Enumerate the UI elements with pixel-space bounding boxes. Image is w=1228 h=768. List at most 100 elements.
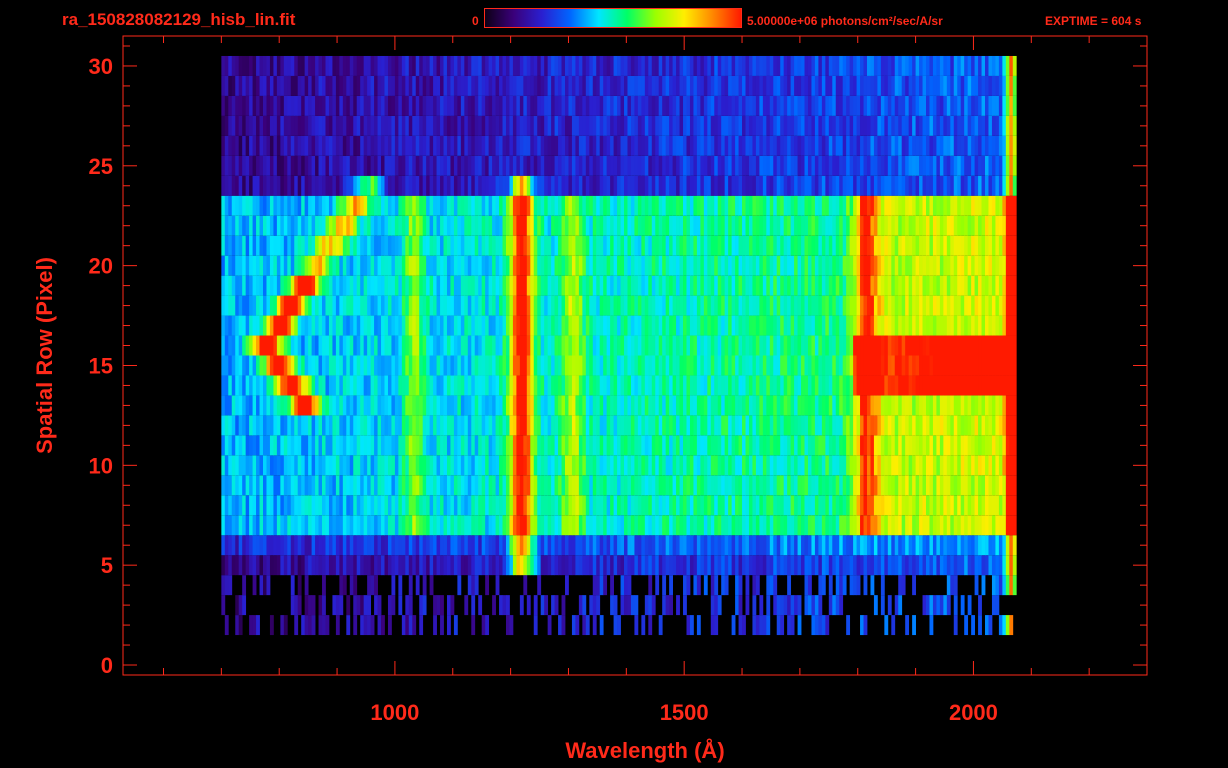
heatmap-cell <box>374 455 378 476</box>
heatmap-cell <box>263 155 267 176</box>
heatmap-cell <box>762 275 767 296</box>
heatmap-cell <box>807 555 812 576</box>
heatmap-cell <box>290 295 295 316</box>
heatmap-cell <box>603 555 608 576</box>
heatmap-cell <box>440 215 444 236</box>
heatmap-cell <box>460 275 465 296</box>
heatmap-cell <box>755 295 760 316</box>
heatmap-cell <box>224 535 229 556</box>
heatmap-cell <box>728 495 733 516</box>
heatmap-cell <box>950 395 955 416</box>
heatmap-cell <box>481 355 486 376</box>
heatmap-cell <box>537 415 542 436</box>
heatmap-cell <box>349 455 354 476</box>
heatmap-cell <box>794 275 798 296</box>
heatmap-cell <box>565 195 569 216</box>
heatmap-cell <box>325 255 330 276</box>
heatmap-cell <box>575 555 580 576</box>
heatmap-cell <box>460 255 465 276</box>
heatmap-cell <box>703 495 708 516</box>
heatmap-cell <box>714 515 719 536</box>
heatmap-cell <box>662 255 667 276</box>
heatmap-cell <box>877 235 882 256</box>
heatmap-cell <box>672 175 677 196</box>
heatmap-cell <box>738 375 743 396</box>
heatmap-cell <box>512 335 517 356</box>
heatmap-cell <box>235 295 240 316</box>
heatmap-cell <box>794 535 798 556</box>
heatmap-cell <box>991 295 996 316</box>
heatmap-cell <box>457 155 462 176</box>
heatmap-cell <box>540 295 545 316</box>
heatmap-cell <box>242 195 247 216</box>
heatmap-cell <box>356 235 361 256</box>
heatmap-cell <box>748 335 753 356</box>
heatmap-cell <box>839 235 844 256</box>
heatmap-cell <box>481 395 486 416</box>
heatmap-cell <box>939 355 944 376</box>
heatmap-cell <box>655 515 660 536</box>
heatmap-cell <box>596 275 601 296</box>
heatmap-cell <box>460 435 465 456</box>
heatmap-cell <box>460 235 465 256</box>
heatmap-cell <box>322 175 326 196</box>
heatmap-cell <box>301 415 306 436</box>
heatmap-cell <box>835 415 840 436</box>
heatmap-cell <box>495 355 500 376</box>
heatmap-cell <box>801 395 805 416</box>
heatmap-cell <box>849 395 854 416</box>
heatmap-cell <box>440 235 444 256</box>
heatmap-cell <box>620 595 625 616</box>
heatmap-cell <box>502 235 507 256</box>
heatmap-cell <box>422 535 427 556</box>
heatmap-cell <box>898 315 903 336</box>
heatmap-cell <box>908 255 913 276</box>
heatmap-cell <box>714 615 719 636</box>
heatmap-cell <box>811 495 816 516</box>
heatmap-cell <box>464 455 469 476</box>
heatmap-cell <box>998 195 1003 216</box>
heatmap-cell <box>700 555 705 576</box>
heatmap-cell <box>707 495 712 516</box>
heatmap-cell <box>960 595 965 616</box>
heatmap-cell <box>731 375 736 396</box>
heatmap-cell <box>665 535 670 556</box>
heatmap-cell <box>526 275 531 296</box>
heatmap-cell <box>315 275 319 296</box>
heatmap-cell <box>599 615 604 636</box>
heatmap-cell <box>276 255 281 276</box>
heatmap-cell <box>516 315 521 336</box>
heatmap-cell <box>762 355 767 376</box>
heatmap-cell <box>540 455 545 476</box>
heatmap-cell <box>908 195 913 216</box>
heatmap-cell <box>571 475 576 496</box>
heatmap-cell <box>731 535 736 556</box>
heatmap-cell <box>908 335 913 356</box>
heatmap-cell <box>422 215 427 236</box>
heatmap-cell <box>894 295 899 316</box>
heatmap-cell <box>967 395 972 416</box>
heatmap-cell <box>370 275 375 296</box>
heatmap-cell <box>505 255 510 276</box>
heatmap-cell <box>1012 535 1017 556</box>
heatmap-cell <box>332 195 337 216</box>
heatmap-cell <box>637 235 642 256</box>
heatmap-cell <box>259 255 264 276</box>
heatmap-cell <box>318 375 323 396</box>
heatmap-cell <box>946 455 951 476</box>
heatmap-cell <box>794 295 798 316</box>
heatmap-cell <box>849 315 854 336</box>
heatmap-cell <box>759 215 764 236</box>
heatmap-cell <box>308 395 312 416</box>
heatmap-cell <box>474 395 479 416</box>
heatmap-cell <box>297 255 302 276</box>
heatmap-cell <box>436 515 441 536</box>
heatmap-cell <box>429 515 434 536</box>
heatmap-cell <box>544 495 549 516</box>
heatmap-cell <box>738 615 743 636</box>
heatmap-cell <box>950 415 955 436</box>
heatmap-cell <box>672 555 677 576</box>
heatmap-cell <box>915 195 920 216</box>
heatmap-cell <box>512 255 517 276</box>
heatmap-cell <box>884 335 889 356</box>
